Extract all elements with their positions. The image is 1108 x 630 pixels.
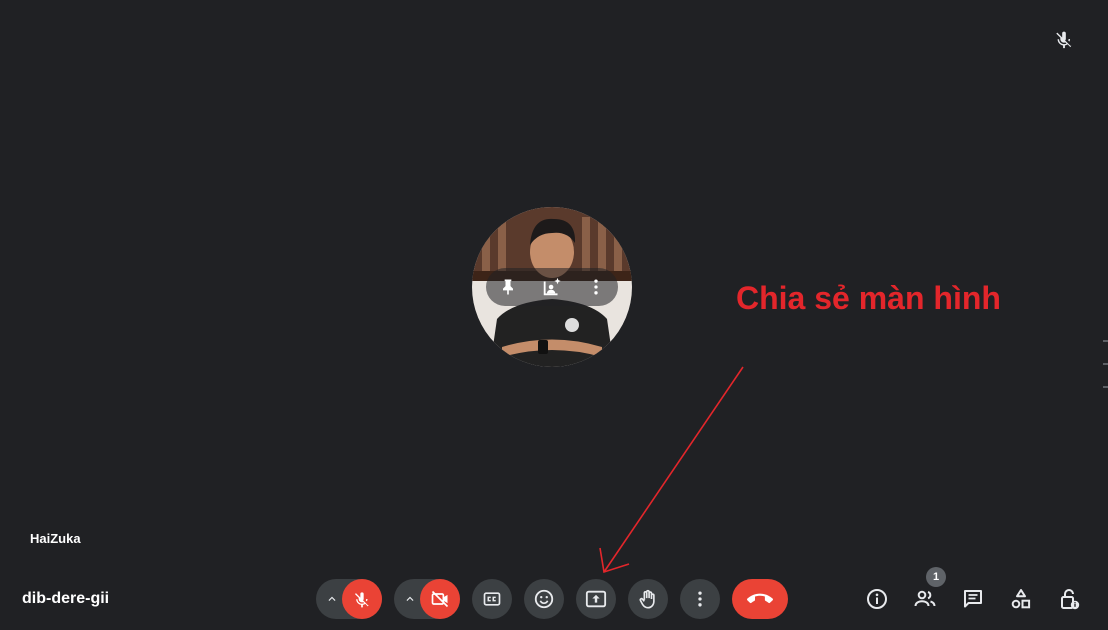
camera-toggle-button[interactable] xyxy=(420,579,460,619)
captions-button[interactable] xyxy=(472,579,512,619)
reactions-button[interactable] xyxy=(524,579,564,619)
participant-name: HaiZuka xyxy=(30,531,81,546)
mic-toggle-button[interactable] xyxy=(342,579,382,619)
videocam-off-icon xyxy=(430,589,450,609)
present-screen-icon xyxy=(585,588,607,610)
people-button[interactable] xyxy=(909,583,941,615)
mic-off-icon xyxy=(1053,28,1075,50)
more-vert-icon[interactable] xyxy=(581,272,611,302)
leave-call-button[interactable] xyxy=(732,579,788,619)
activities-icon xyxy=(1009,587,1033,611)
info-icon xyxy=(865,587,889,611)
mic-off-icon xyxy=(352,589,372,609)
people-icon xyxy=(913,587,937,611)
host-controls-icon xyxy=(1057,587,1081,611)
frame-person-icon[interactable] xyxy=(537,272,567,302)
host-controls-button[interactable] xyxy=(1053,583,1085,615)
raise-hand-button[interactable] xyxy=(628,579,668,619)
emoji-icon xyxy=(533,588,555,610)
present-screen-button[interactable] xyxy=(576,579,616,619)
participant-count-badge: 1 xyxy=(926,567,946,587)
activities-button[interactable] xyxy=(1005,583,1037,615)
edge-marks xyxy=(1103,340,1108,390)
more-vert-icon xyxy=(690,589,710,609)
annotation-arrow xyxy=(590,365,750,580)
pin-icon[interactable] xyxy=(493,272,523,302)
more-options-button[interactable] xyxy=(680,579,720,619)
meeting-info-button[interactable] xyxy=(861,583,893,615)
call-end-icon xyxy=(747,586,773,612)
closed-caption-icon xyxy=(482,589,502,609)
raise-hand-icon xyxy=(637,588,659,610)
chat-button[interactable] xyxy=(957,583,989,615)
chat-icon xyxy=(961,587,985,611)
annotation-label: Chia sẻ màn hình xyxy=(736,280,1001,316)
meeting-code: dib-dere-gii xyxy=(22,590,110,607)
tile-actions xyxy=(486,268,618,306)
